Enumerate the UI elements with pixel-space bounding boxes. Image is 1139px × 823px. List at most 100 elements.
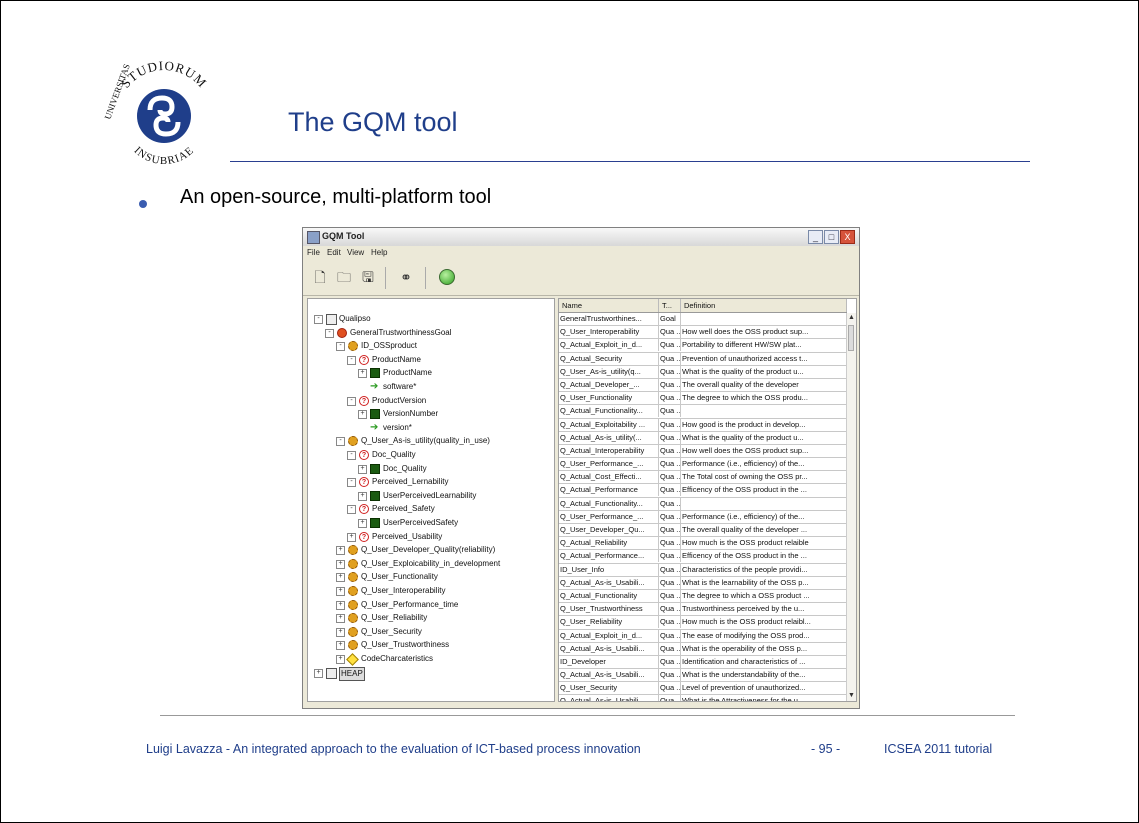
svg-text:STUDIORUM: STUDIORUM <box>118 58 210 91</box>
table-row[interactable]: Q_Actual_As-is_Usabili... Qua .. What is t… <box>559 642 847 656</box>
table-row[interactable]: Q_Actual_Functionality... Qua .. <box>559 497 847 511</box>
diamond-icon <box>346 653 359 666</box>
menu-view[interactable]: View <box>347 248 364 257</box>
expand-icon[interactable]: + <box>336 559 345 569</box>
new-document-icon[interactable]: 🗋 <box>311 268 329 286</box>
binoculars-icon[interactable]: ⚭ <box>397 268 415 286</box>
scroll-up-icon[interactable]: ▲ <box>847 313 856 323</box>
table-row[interactable]: Q_Actual_As-is_utility(... Qua .. What is … <box>559 431 847 445</box>
cell-definition: The degree to which the OSS produ... <box>681 392 847 405</box>
tree-node-label: version* <box>383 422 412 432</box>
cell-name: Q_User_Performance_... <box>559 510 659 523</box>
menu-edit[interactable]: Edit <box>327 248 341 257</box>
cell-name: Q_Actual_As-is_utility(... <box>559 431 659 444</box>
table-row[interactable]: Q_User_Functionality Qua .. The degree to … <box>559 392 847 406</box>
cell-type: Qua .. <box>660 576 681 589</box>
cell-type: Qua .. <box>660 471 681 484</box>
scroll-down-icon[interactable]: ▼ <box>847 691 856 701</box>
collapse-icon[interactable]: - <box>336 437 345 447</box>
heap-icon <box>326 667 337 679</box>
open-folder-icon[interactable]: 🗀 <box>335 268 353 286</box>
tree-node-label: Perceived_Safety <box>372 504 435 514</box>
column-name[interactable]: Name <box>559 299 659 312</box>
table-row[interactable]: Q_Actual_Developer_... Qua .. The overall … <box>559 378 847 393</box>
table-row[interactable]: Q_Actual_Exploit_in_d... Qua .. Portabilit… <box>559 339 847 353</box>
table-row[interactable]: Q_Actual_Performance Qua .. Efficency of t… <box>559 484 847 498</box>
cell-name: Q_User_Performance_... <box>559 458 659 471</box>
cell-name: Q_Actual_Functionality <box>559 589 659 602</box>
expand-icon[interactable]: + <box>358 464 367 474</box>
cell-definition: Efficency of the OSS product in the ... <box>681 484 847 497</box>
table-row[interactable]: ID_User_Info Qua .. Characteristics of the… <box>559 563 847 577</box>
table-row[interactable]: Q_Actual_Reliability Qua .. How much is th… <box>559 537 847 551</box>
table-row[interactable]: Q_User_Performance_... Qua .. Performance … <box>559 510 847 524</box>
expand-icon[interactable]: + <box>336 546 345 556</box>
expand-icon[interactable]: + <box>358 410 367 420</box>
table-row[interactable]: GeneralTrustworthines... Goal <box>559 313 847 327</box>
gqm-tree-pane[interactable]: - Qualipso - GeneralTrustworthinessGoal - ID_… <box>307 298 555 702</box>
menu-help[interactable]: Help <box>371 248 387 257</box>
table-row[interactable]: Q_User_Security Qua .. Level of prevention… <box>559 682 847 696</box>
cell-type: Qua .. <box>660 405 681 418</box>
table-row[interactable]: Q_User_As-is_utility(q... Qua .. What is t… <box>559 365 847 379</box>
tree-node-label: HEAP <box>339 666 365 681</box>
tree-node-label: Q_User_Security <box>361 626 422 636</box>
table-row[interactable]: Q_Actual_Performance... Qua .. Efficency o… <box>559 550 847 564</box>
table-row[interactable]: Q_Actual_Interoperability Qua .. How well … <box>559 444 847 459</box>
column-definition[interactable]: Definition <box>681 299 847 312</box>
close-button[interactable]: X <box>840 230 855 244</box>
gear-icon <box>348 626 358 637</box>
expand-icon[interactable]: + <box>358 491 367 501</box>
expand-icon[interactable]: + <box>336 587 345 596</box>
table-row[interactable]: Q_User_Interoperability Qua .. How well do… <box>559 326 847 340</box>
expand-icon[interactable]: + <box>336 641 345 651</box>
table-scrollbar[interactable]: ▲ ▼ <box>846 313 856 701</box>
cell-name: Q_User_As-is_utility(q... <box>559 365 659 378</box>
collapse-icon[interactable]: - <box>347 396 356 406</box>
expand-icon[interactable]: + <box>358 519 367 528</box>
expand-icon[interactable]: + <box>336 600 345 610</box>
collapse-icon[interactable]: - <box>325 328 334 338</box>
expand-icon[interactable]: + <box>358 369 367 379</box>
table-row[interactable]: Q_Actual_Exploit_in_d... Qua .. The ease o… <box>559 629 847 643</box>
cell-name: Q_Actual_Functionality... <box>559 405 659 418</box>
table-row[interactable]: Q_Actual_Security Qua .. Prevention of una… <box>559 352 847 366</box>
collapse-icon[interactable]: - <box>347 355 356 365</box>
save-disk-icon[interactable]: 🖫 <box>359 268 377 286</box>
collapse-icon[interactable]: - <box>314 315 323 324</box>
metric-icon <box>370 490 380 501</box>
expand-icon[interactable]: + <box>336 614 345 624</box>
collapse-icon[interactable]: - <box>336 342 345 352</box>
column-type[interactable]: T... <box>659 299 681 312</box>
window-titlebar[interactable]: GQM Tool _ □ X <box>303 228 859 246</box>
table-row[interactable]: Q_User_Developer_Qu... Qua .. The overall … <box>559 524 847 538</box>
table-row[interactable]: ID_Developer Qua .. Identification and cha… <box>559 655 847 670</box>
table-row[interactable]: Q_Actual_Functionality Qua .. The degree t… <box>559 589 847 604</box>
expand-icon[interactable]: + <box>347 532 356 542</box>
table-row[interactable]: Q_User_Performance_... Qua .. Performance … <box>559 458 847 472</box>
expand-icon[interactable]: + <box>336 627 345 637</box>
collapse-icon[interactable]: - <box>347 478 356 488</box>
table-row[interactable]: Q_Actual_Exploitability ... Qua .. How goo… <box>559 418 847 432</box>
tree-node-label: Doc_Quality <box>372 450 416 459</box>
expand-icon[interactable]: + <box>336 655 345 664</box>
collapse-icon[interactable]: - <box>347 451 356 460</box>
minimize-button[interactable]: _ <box>808 230 823 244</box>
table-row[interactable]: Q_Actual_As-is_Usabili... Qua .. What is t… <box>559 669 847 683</box>
go-green-circle-icon[interactable] <box>439 269 455 285</box>
expand-icon[interactable]: + <box>314 668 323 678</box>
table-row[interactable]: Q_Actual_As-is_Usabili... Qua .. What is t… <box>559 576 847 590</box>
expand-icon[interactable]: + <box>336 573 345 583</box>
collapse-icon[interactable]: - <box>347 505 356 515</box>
cell-definition: Portability to different HW/SW plat... <box>681 339 847 352</box>
maximize-button[interactable]: □ <box>824 230 839 244</box>
menu-file[interactable]: File <box>307 248 320 257</box>
table-row[interactable]: Q_Actual_As-is_Usabili... Qua .. What is t… <box>559 695 847 701</box>
table-row[interactable]: Q_User_Trustworthiness Qua .. Trustworthin… <box>559 603 847 617</box>
table-row[interactable]: Q_User_Reliability Qua .. How much is the … <box>559 616 847 630</box>
cell-name: Q_Actual_Cost_Effecti... <box>559 471 659 484</box>
app-icon <box>307 231 320 244</box>
scroll-thumb[interactable] <box>848 325 854 351</box>
table-row[interactable]: Q_Actual_Functionality... Qua .. <box>559 405 847 419</box>
table-row[interactable]: Q_Actual_Cost_Effecti... Qua .. The Total … <box>559 471 847 485</box>
